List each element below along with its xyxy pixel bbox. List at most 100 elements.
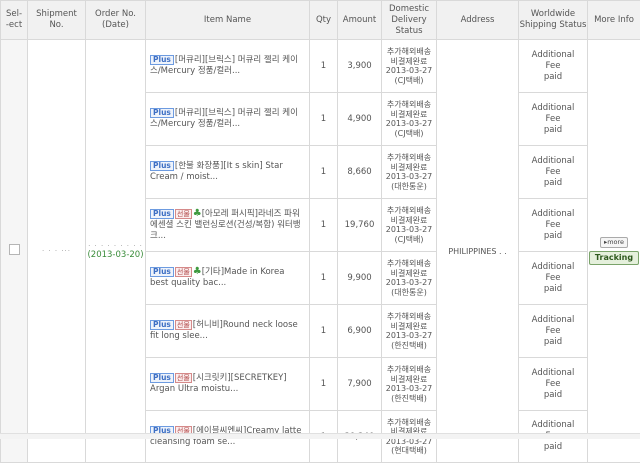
plus-badge: Plus [150, 108, 174, 118]
worldwide-status-line: paid [519, 390, 587, 401]
header-select: Sel--ect [1, 1, 28, 40]
qty-cell: 1 [310, 305, 338, 358]
domestic-status-line: 비결제완료 [382, 163, 436, 173]
gift-icon: 선물 [175, 267, 192, 277]
qty-cell: 1 [310, 146, 338, 199]
shipment-no-cell: · · · ··· [28, 40, 86, 463]
worldwide-status-line: paid [519, 72, 587, 83]
amount-cell: 6,900 [338, 305, 382, 358]
tracking-button[interactable]: Tracking [589, 251, 639, 265]
worldwide-status-line: paid [519, 442, 587, 453]
worldwide-status-line: Additional [519, 103, 587, 114]
worldwide-status-line: paid [519, 337, 587, 348]
domestic-status-line: (CJ택배) [382, 235, 436, 245]
domestic-status-line: 추가해외배송 [382, 47, 436, 57]
worldwide-status-cell: AdditionalFeepaid [519, 358, 588, 411]
domestic-status-line: (CJ택배) [382, 129, 436, 139]
header-item-name: Item Name [146, 1, 310, 40]
domestic-status-line: (한진택배) [382, 394, 436, 404]
clover-icon: ♣ [193, 268, 202, 276]
worldwide-status-line: Fee [519, 220, 587, 231]
domestic-status-cell: 추가해외배송비결제완료2013-03-27(CJ택배) [382, 40, 437, 93]
worldwide-status-line: Fee [519, 326, 587, 337]
header-more-info: More Info [588, 1, 640, 40]
plus-badge: Plus [150, 373, 174, 383]
domestic-status-line: 2013-03-27 [382, 66, 436, 76]
gift-icon: 선물 [175, 373, 192, 383]
worldwide-status-cell: AdditionalFeepaid [519, 199, 588, 252]
domestic-status-line: 추가해외배송 [382, 365, 436, 375]
plus-badge: Plus [150, 209, 174, 219]
worldwide-status-line: Additional [519, 209, 587, 220]
table-footer-strip [0, 433, 640, 439]
domestic-status-cell: 추가해외배송비결제완료2013-03-27(CJ택배) [382, 93, 437, 146]
more-info-cell: ▸more Tracking [588, 40, 640, 463]
worldwide-status-cell: AdditionalFeepaid [519, 40, 588, 93]
domestic-status-cell: 추가해외배송비결제완료2013-03-27(한진택배) [382, 305, 437, 358]
worldwide-status-line: paid [519, 178, 587, 189]
domestic-status-cell: 추가해외배송비결제완료2013-03-27(대한통운) [382, 146, 437, 199]
domestic-status-line: 비결제완료 [382, 375, 436, 385]
worldwide-status-cell: AdditionalFeepaid [519, 146, 588, 199]
domestic-status-line: (현대택배) [382, 446, 436, 456]
item-name-cell: Plus[한불 화장품][It s skin] Star Cream / moi… [146, 146, 310, 199]
qty-cell: 1 [310, 93, 338, 146]
header-qty: Qty [310, 1, 338, 40]
worldwide-status-line: Fee [519, 114, 587, 125]
more-button-label: more [607, 238, 624, 246]
worldwide-status-line: Fee [519, 167, 587, 178]
amount-cell: 3,900 [338, 40, 382, 93]
order-date: (2013-03-20) [86, 250, 145, 260]
more-button[interactable]: ▸more [600, 237, 628, 248]
domestic-status-line: 2013-03-27 [382, 119, 436, 129]
qty-cell: 1 [310, 40, 338, 93]
domestic-status-cell: 추가해외배송비결제완료2013-03-27(대한통운) [382, 252, 437, 305]
domestic-status-cell: 추가해외배송비결제완료2013-03-27(CJ택배) [382, 199, 437, 252]
worldwide-status-line: Fee [519, 273, 587, 284]
domestic-status-line: 비결제완료 [382, 57, 436, 67]
amount-cell: 4,900 [338, 93, 382, 146]
plus-badge: Plus [150, 161, 174, 171]
address-cell: PHILIPPINES . . [437, 40, 519, 463]
domestic-status-line: 비결제완료 [382, 216, 436, 226]
item-name-cell: Plus선물[시크릿키][SECRETKEY] Argan Ultra mois… [146, 358, 310, 411]
domestic-status-line: 2013-03-27 [382, 225, 436, 235]
item-name-cell: Plus선물♣[아모레 퍼시픽]라네즈 파워에센셜 스킨 밸런싱로션(건성/복합… [146, 199, 310, 252]
table-header-row: Sel--ect Shipment No. Order No. (Date) I… [1, 1, 640, 40]
select-checkbox[interactable] [9, 244, 20, 255]
domestic-status-line: 추가해외배송 [382, 418, 436, 428]
header-worldwide-status: Worldwide Shipping Status [519, 1, 588, 40]
domestic-status-line: 2013-03-27 [382, 384, 436, 394]
order-no-cell: · · · · · · · · ·(2013-03-20) [86, 40, 146, 463]
worldwide-status-line: Additional [519, 420, 587, 431]
qty-cell: 1 [310, 252, 338, 305]
header-address: Address [437, 1, 519, 40]
worldwide-status-line: Additional [519, 50, 587, 61]
order-table: Sel--ect Shipment No. Order No. (Date) I… [0, 0, 640, 463]
worldwide-status-line: Additional [519, 262, 587, 273]
domestic-status-line: 2013-03-27 [382, 278, 436, 288]
worldwide-status-line: paid [519, 125, 587, 136]
domestic-status-line: (한진택배) [382, 341, 436, 351]
worldwide-status-line: Fee [519, 61, 587, 72]
domestic-status-line: 추가해외배송 [382, 153, 436, 163]
header-shipment-no: Shipment No. [28, 1, 86, 40]
plus-badge: Plus [150, 320, 174, 330]
plus-badge: Plus [150, 55, 174, 65]
order-no[interactable]: · · · · · · · · · [86, 242, 145, 250]
header-order-no: Order No. (Date) [86, 1, 146, 40]
qty-cell: 1 [310, 199, 338, 252]
domestic-status-cell: 추가해외배송비결제완료2013-03-27(한진택배) [382, 358, 437, 411]
domestic-status-line: 비결제완료 [382, 322, 436, 332]
worldwide-status-line: Additional [519, 156, 587, 167]
worldwide-status-cell: AdditionalFeepaid [519, 305, 588, 358]
select-cell [1, 40, 28, 463]
domestic-status-line: 비결제완료 [382, 269, 436, 279]
amount-cell: 7,900 [338, 358, 382, 411]
worldwide-status-line: paid [519, 231, 587, 242]
clover-icon: ♣ [193, 210, 202, 218]
domestic-status-line: 추가해외배송 [382, 206, 436, 216]
gift-icon: 선물 [175, 320, 192, 330]
address-text: PHILIPPINES . . [448, 247, 506, 256]
qty-cell: 1 [310, 358, 338, 411]
